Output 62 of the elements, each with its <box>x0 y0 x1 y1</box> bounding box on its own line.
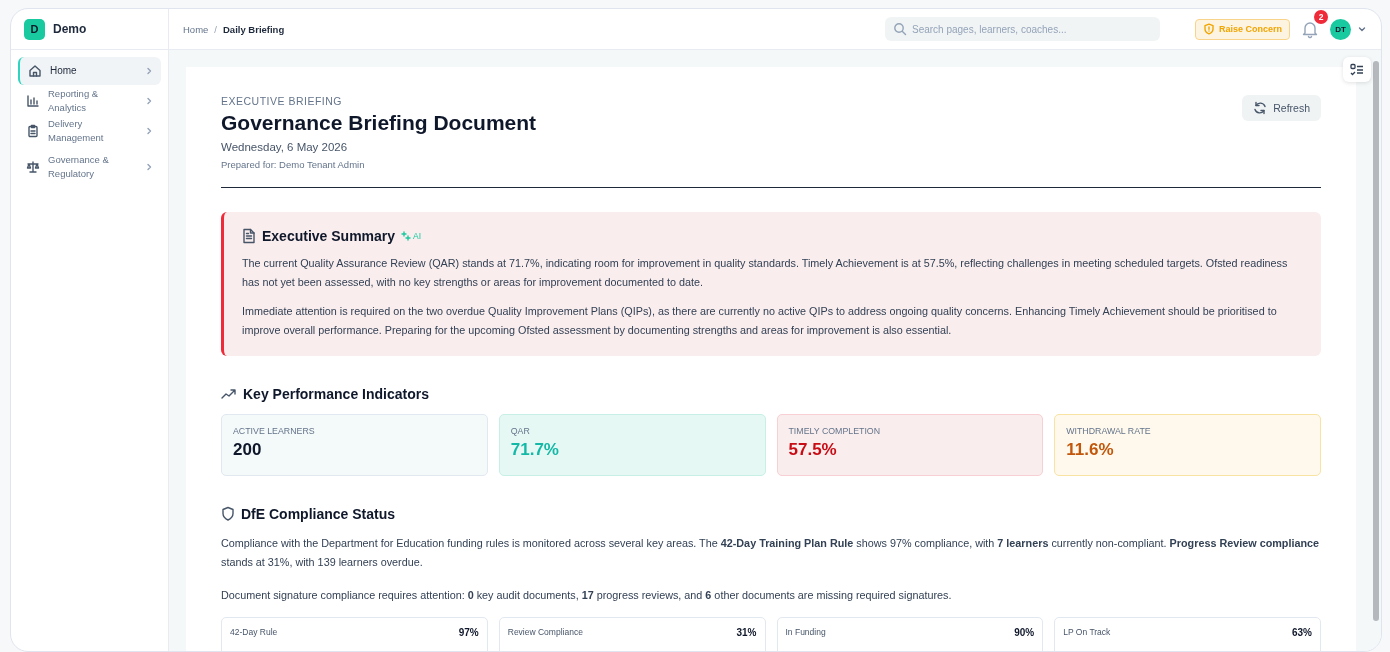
metric-label: LP On Track <box>1063 627 1111 638</box>
chevron-down-icon <box>1357 24 1367 34</box>
summary-paragraph: Immediate attention is required on the two overdue Quality Improvement Plans (QIPs), as there are currently no active QIPs to address ongoing quality concerns. Enhancing Timely Achievement should be prioritised to improve overall performance. Preparing for the upcoming Ofsted assessment by documenting strengths and areas for improvement is also essential. <box>242 304 1278 338</box>
document-date: Wednesday, 6 May 2026 <box>221 141 349 153</box>
breadcrumb-separator: / <box>214 23 217 35</box>
bar-chart-icon <box>26 94 40 108</box>
shield-icon <box>1202 23 1215 35</box>
kpi-label: WITHDRAWAL RATE <box>1066 426 1152 436</box>
kpi-value: 200 <box>233 440 263 460</box>
search-icon <box>892 22 907 36</box>
breadcrumb-current: Daily Briefing <box>223 23 285 35</box>
breadcrumb-link[interactable]: Home <box>183 23 209 35</box>
metric-value: 90% <box>1014 627 1035 638</box>
sidebar-item[interactable]: Delivery Management <box>18 117 161 145</box>
scales-icon <box>26 160 40 174</box>
bell-icon <box>1300 19 1320 39</box>
ai-label: AI <box>413 231 422 241</box>
sidebar-item[interactable]: Governance & Regulatory <box>18 147 161 187</box>
kpi-value: 57.5% <box>788 440 838 460</box>
summary-paragraph: The current Quality Assurance Review (QAR) stands at 71.7%, indicating room for improvement in quality standards. Timely Achievement is at 57.5%, reflecting challenges in meeting scheduled targets. Ofsted readiness has not yet been assessed, with no key strengths or areas for improvement documented to date. <box>242 256 1289 290</box>
checklist-icon <box>1350 62 1364 77</box>
home-icon <box>28 64 42 78</box>
section-title: Executive Summary <box>262 228 396 244</box>
kpi-label: TIMELY COMPLETION <box>788 426 882 436</box>
prepared-for-text: Prepared for: Demo Tenant Admin <box>221 159 366 170</box>
section-title: DfE Compliance Status <box>241 506 396 522</box>
refresh-button[interactable]: Refresh <box>1242 95 1321 121</box>
chevron-right-icon <box>145 127 153 135</box>
metric-label: In Funding <box>785 627 826 638</box>
chevron-right-icon <box>145 97 153 105</box>
logo-badge: D <box>24 18 45 40</box>
metric-value: 97% <box>458 627 479 638</box>
metric-value: 31% <box>736 627 757 638</box>
metric-label: 42-Day Rule <box>230 627 278 638</box>
sparkle-icon <box>401 231 412 241</box>
sidebar-item[interactable]: Home <box>18 57 161 85</box>
eyebrow-label: EXECUTIVE BRIEFING <box>221 95 344 107</box>
kpi-value: 11.6% <box>1066 440 1115 460</box>
brand-name: Demo <box>53 22 87 36</box>
chevron-right-icon <box>145 67 153 75</box>
search-field[interactable]: Search pages, learners, coaches... <box>884 17 1160 41</box>
compliance-paragraph: Document signature compliance requires attention: 0 key audit documents, 17 progress reviews, and 6 other documents are missing required signatures. <box>221 588 953 603</box>
clipboard-icon <box>26 124 40 138</box>
notification-count: 2 <box>1314 10 1328 24</box>
notifications-button[interactable] <box>1300 19 1320 39</box>
sidebar-item[interactable]: Reporting & Analytics <box>18 87 161 115</box>
kpi-value: 71.7% <box>510 440 560 460</box>
kpi-label: QAR <box>510 426 531 436</box>
trend-up-icon <box>221 388 237 400</box>
refresh-icon <box>1253 101 1268 115</box>
scrollbar[interactable] <box>1373 61 1379 621</box>
document-icon <box>242 228 256 244</box>
document-title: Governance Briefing Document <box>221 111 537 135</box>
checklist-icon-button[interactable] <box>1343 57 1371 82</box>
kpi-label: ACTIVE LEARNERS <box>233 426 316 436</box>
metric-label: Review Compliance <box>507 627 583 638</box>
chevron-right-icon <box>145 163 153 171</box>
shield-icon <box>221 506 235 522</box>
user-avatar[interactable]: DT <box>1330 18 1351 40</box>
compliance-paragraph: Compliance with the Department for Education funding rules is monitored across several key areas. The 42-Day Training Plan Rule shows 97% compliance, with 7 learners currently non-compliant. Progress Review compliance stands at 31%, with 139 learners overdue. <box>221 536 1321 570</box>
metric-value: 63% <box>1292 627 1312 638</box>
section-title: Key Performance Indicators <box>243 386 429 402</box>
